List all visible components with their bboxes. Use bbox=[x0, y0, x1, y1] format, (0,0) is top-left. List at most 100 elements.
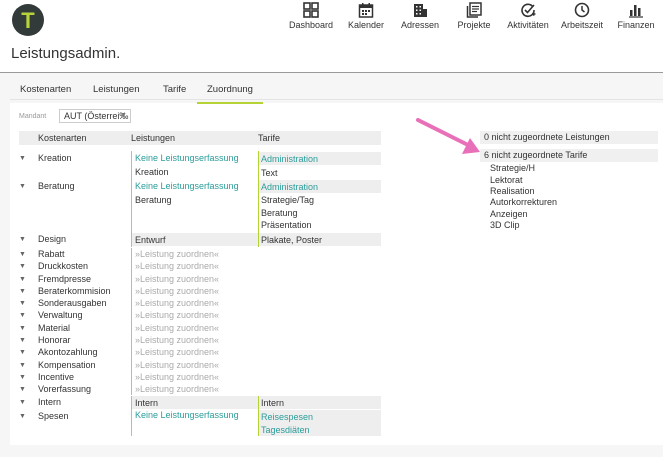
expand-arrow-icon[interactable]: ▼ bbox=[19, 155, 26, 162]
mandant-select[interactable]: AUT (Österrei‰ ▼ bbox=[59, 109, 131, 123]
expand-arrow-icon[interactable]: ▼ bbox=[19, 300, 26, 307]
kostenart-honorar: Honorar bbox=[38, 335, 71, 345]
expand-arrow-icon[interactable]: ▼ bbox=[19, 386, 26, 393]
assign-service-placeholder[interactable]: »Leistung zuordnen« bbox=[135, 274, 219, 284]
activity-icon bbox=[521, 3, 536, 18]
kreation-leistung-2: Kreation bbox=[135, 167, 169, 177]
annotation-arrow-icon bbox=[416, 118, 480, 154]
nav-label: Kalender bbox=[347, 20, 385, 30]
beratung-leistung-2: Beratung bbox=[135, 195, 172, 205]
nav-dashboard[interactable]: Dashboard bbox=[281, 2, 341, 30]
tarife-divider bbox=[258, 232, 259, 247]
expand-arrow-icon[interactable]: ▼ bbox=[19, 337, 26, 344]
nav-aktivitaeten[interactable]: Aktivitäten bbox=[498, 2, 558, 30]
kostenart-design: Design bbox=[38, 234, 67, 244]
assign-service-placeholder[interactable]: »Leistung zuordnen« bbox=[135, 298, 219, 308]
nav-label: Dashboard bbox=[288, 20, 334, 30]
nav-label: Finanzen bbox=[617, 20, 655, 30]
kostenart-spesen: Spesen bbox=[38, 411, 69, 421]
intern-tarif-1: Intern bbox=[261, 398, 285, 408]
expand-arrow-icon[interactable]: ▼ bbox=[19, 413, 26, 420]
building-icon bbox=[414, 4, 427, 17]
beratung-tarif-2: Strategie/Tag bbox=[261, 195, 315, 205]
kreation-leistung-1[interactable]: Keine Leistungserfassung bbox=[135, 153, 239, 163]
unassigned-tariff-item[interactable]: Strategie/H bbox=[490, 163, 535, 173]
kostenart-verwaltung: Verwaltung bbox=[38, 310, 83, 320]
unassigned-tariff-item[interactable]: Anzeigen bbox=[490, 209, 528, 219]
tarife-divider bbox=[258, 151, 259, 181]
beratung-leistung-1[interactable]: Keine Leistungserfassung bbox=[135, 181, 239, 191]
nav-label: Projekte bbox=[457, 20, 491, 30]
dashboard-icon bbox=[303, 2, 319, 18]
leistungen-divider bbox=[131, 232, 132, 247]
leistungen-divider bbox=[131, 248, 132, 395]
nav-finanzen[interactable]: Finanzen bbox=[606, 2, 663, 30]
kostenart-akontozahlung: Akontozahlung bbox=[38, 347, 98, 357]
unassigned-tariff-item[interactable]: 3D Clip bbox=[490, 220, 520, 230]
expand-arrow-icon[interactable]: ▼ bbox=[19, 288, 26, 295]
unassigned-tariff-item[interactable]: Lektorat bbox=[490, 175, 523, 185]
unassigned-tariff-item[interactable]: Realisation bbox=[490, 186, 535, 196]
kostenart-kompensation: Kompensation bbox=[38, 360, 96, 370]
assign-service-placeholder[interactable]: »Leistung zuordnen« bbox=[135, 347, 219, 357]
expand-arrow-icon[interactable]: ▼ bbox=[19, 263, 26, 270]
tarife-divider bbox=[258, 179, 259, 233]
nav-adressen[interactable]: Adressen bbox=[390, 2, 450, 30]
mandant-label: Mandant bbox=[19, 113, 47, 120]
header-tarife: Tarife bbox=[258, 133, 281, 143]
nav-projekte[interactable]: Projekte bbox=[444, 2, 504, 30]
nav-kalender[interactable]: Kalender bbox=[336, 2, 396, 30]
spesen-tarif-2[interactable]: Tagesdiäten bbox=[261, 425, 310, 435]
assign-service-placeholder[interactable]: »Leistung zuordnen« bbox=[135, 335, 219, 345]
kostenart-incentive: Incentive bbox=[38, 372, 75, 382]
expand-arrow-icon[interactable]: ▼ bbox=[19, 276, 26, 283]
kostenart-material: Material bbox=[38, 323, 71, 333]
spesen-tarif-1[interactable]: Reisespesen bbox=[261, 412, 313, 422]
clock-icon bbox=[574, 2, 590, 18]
expand-arrow-icon[interactable]: ▼ bbox=[19, 349, 26, 356]
kostenart-vorerfassung: Vorerfassung bbox=[38, 384, 92, 394]
kostenart-sonderausgaben: Sonderausgaben bbox=[38, 298, 107, 308]
kostenart-fremdpresse: Fremdpresse bbox=[38, 274, 92, 284]
expand-arrow-icon[interactable]: ▼ bbox=[19, 312, 26, 319]
intern-row-bg bbox=[131, 396, 381, 409]
leistungen-divider bbox=[131, 409, 132, 436]
assign-service-placeholder[interactable]: »Leistung zuordnen« bbox=[135, 360, 219, 370]
assign-service-placeholder[interactable]: »Leistung zuordnen« bbox=[135, 249, 219, 259]
kreation-tarif-2: Text bbox=[261, 168, 278, 178]
expand-arrow-icon[interactable]: ▼ bbox=[19, 374, 26, 381]
expand-arrow-icon[interactable]: ▼ bbox=[19, 399, 26, 406]
tab-zuordnung[interactable]: Zuordnung bbox=[197, 82, 263, 104]
design-tarif-1: Plakate, Poster bbox=[261, 235, 323, 245]
leistungen-divider bbox=[131, 179, 132, 233]
kreation-tarif-1[interactable]: Administration bbox=[261, 154, 318, 164]
leistungen-divider bbox=[131, 396, 132, 410]
unassigned-services-header: 0 nicht zugeordnete Leistungen bbox=[480, 131, 658, 144]
design-row-bg bbox=[131, 233, 381, 246]
expand-arrow-icon[interactable]: ▼ bbox=[19, 236, 26, 243]
calendar-icon bbox=[358, 3, 374, 18]
unassigned-tariff-item[interactable]: Autorkorrekturen bbox=[490, 197, 557, 207]
assign-service-placeholder[interactable]: »Leistung zuordnen« bbox=[135, 384, 219, 394]
intern-leistung-1: Intern bbox=[135, 398, 159, 408]
mandant-value: AUT (Österrei‰ bbox=[64, 111, 129, 121]
tarife-divider bbox=[258, 409, 259, 436]
kostenart-beraterkommision: Beraterkommision bbox=[38, 286, 111, 296]
beratung-tarif-1[interactable]: Administration bbox=[261, 182, 318, 192]
expand-arrow-icon[interactable]: ▼ bbox=[19, 183, 26, 190]
spesen-leistung-1[interactable]: Keine Leistungserfassung bbox=[135, 410, 239, 420]
app-logo[interactable]: T bbox=[12, 4, 44, 36]
beratung-tarif-3: Beratung bbox=[261, 208, 298, 218]
assign-service-placeholder[interactable]: »Leistung zuordnen« bbox=[135, 261, 219, 271]
assign-service-placeholder[interactable]: »Leistung zuordnen« bbox=[135, 310, 219, 320]
top-bar: T Leistungsadmin. Dashboard Kalender Adr… bbox=[0, 0, 663, 73]
assign-service-placeholder[interactable]: »Leistung zuordnen« bbox=[135, 323, 219, 333]
leistungen-divider bbox=[131, 151, 132, 181]
expand-arrow-icon[interactable]: ▼ bbox=[19, 251, 26, 258]
kostenart-kreation: Kreation bbox=[38, 153, 72, 163]
nav-arbeitszeit[interactable]: Arbeitszeit bbox=[552, 2, 612, 30]
expand-arrow-icon[interactable]: ▼ bbox=[19, 325, 26, 332]
assign-service-placeholder[interactable]: »Leistung zuordnen« bbox=[135, 286, 219, 296]
assign-service-placeholder[interactable]: »Leistung zuordnen« bbox=[135, 372, 219, 382]
expand-arrow-icon[interactable]: ▼ bbox=[19, 362, 26, 369]
